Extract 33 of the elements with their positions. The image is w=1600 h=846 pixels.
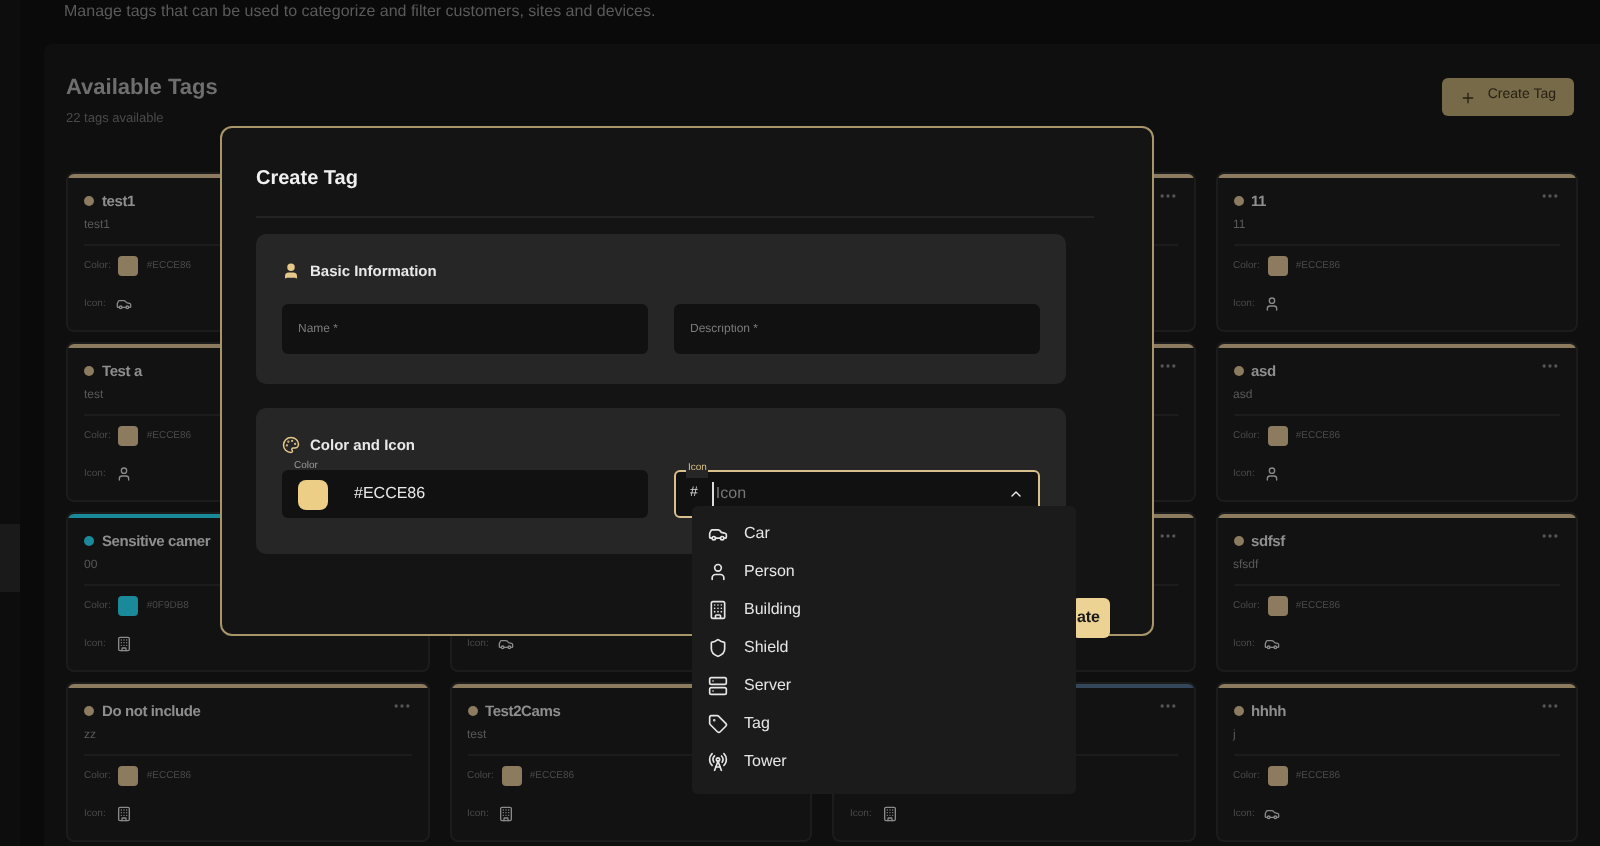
- person-icon: [282, 262, 300, 281]
- color-swatch: [298, 479, 328, 510]
- dropdown-option[interactable]: Tag: [692, 704, 1076, 742]
- person-icon: [1264, 296, 1281, 313]
- dropdown-option[interactable]: Tower: [692, 742, 1076, 780]
- car-icon: [498, 636, 515, 653]
- building-icon: [498, 806, 515, 823]
- person-icon: [115, 466, 132, 483]
- car-icon: [115, 296, 132, 313]
- color-value: #ECCE86: [354, 482, 426, 507]
- server-icon: [708, 675, 728, 695]
- building-icon: [708, 599, 728, 619]
- tag-icon: [708, 713, 728, 733]
- building-icon: [115, 806, 132, 823]
- shield-icon: [708, 637, 728, 657]
- person-icon: [708, 561, 728, 581]
- palette-icon: [282, 436, 300, 455]
- car-icon: [1264, 806, 1281, 823]
- tower-icon: [708, 751, 728, 771]
- car-icon: [1264, 636, 1281, 653]
- car-icon: [708, 523, 728, 543]
- dialog-title: Create Tag: [256, 168, 358, 190]
- dropdown-option[interactable]: Person: [692, 552, 1076, 590]
- dropdown-option[interactable]: Server: [692, 666, 1076, 704]
- panel-title: Available Tags: [66, 74, 218, 104]
- building-icon: [881, 806, 898, 823]
- person-icon: [1264, 466, 1281, 483]
- dropdown-option[interactable]: Car: [692, 514, 1076, 552]
- building-icon: [115, 636, 132, 653]
- plus-icon: [1459, 89, 1476, 105]
- page-description: Manage tags that can be used to categorize and filter customers, sites and devices.: [62, 0, 658, 20]
- dropdown-option[interactable]: Building: [692, 590, 1076, 628]
- dropdown-option[interactable]: Shield: [692, 628, 1076, 666]
